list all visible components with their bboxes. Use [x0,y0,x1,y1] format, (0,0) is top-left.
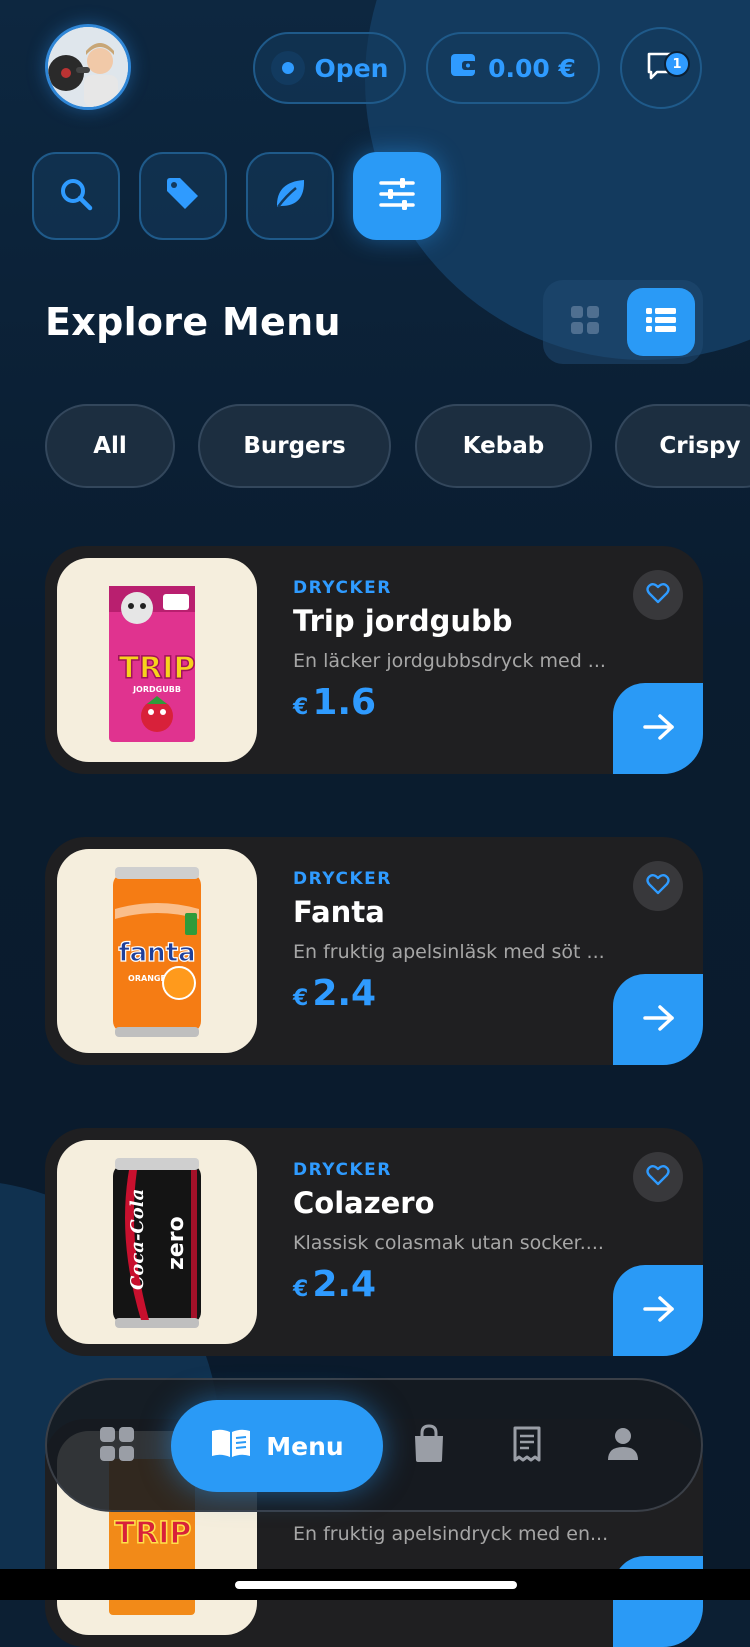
category-chip-crispy[interactable]: Crispy [615,404,750,488]
product-card[interactable]: Coca-Cola zero DRYCKER Colazero Klassisk… [45,1128,703,1356]
store-status-label: Open [314,53,389,83]
product-category: DRYCKER [293,1160,392,1180]
product-name: Colazero [293,1186,435,1220]
price-value: 2.4 [312,973,377,1014]
heart-icon [646,582,670,608]
wallet-balance-pill[interactable]: 0.00 € [426,32,600,104]
chat-badge: 1 [664,51,690,77]
list-view-button[interactable] [627,288,695,356]
svg-text:zero: zero [164,1216,189,1270]
wallet-balance-amount: 0.00 € [488,53,576,83]
tag-filter-button[interactable] [139,152,227,240]
menu-book-icon [210,1427,252,1465]
svg-text:Coca-Cola: Coca-Cola [127,1189,148,1290]
product-card[interactable]: fanta ORANGE DRYCKER Fanta En fruktig ap… [45,837,703,1065]
product-description: Klassisk colasmak utan socker.... [293,1232,604,1254]
status-dot-icon [270,51,305,85]
open-product-button[interactable] [613,974,703,1065]
bottom-navigation: Menu [45,1378,703,1512]
price-currency: € [293,986,309,1011]
user-icon [606,1426,640,1466]
svg-text:fanta: fanta [118,938,195,968]
nav-orders[interactable] [495,1400,559,1492]
product-card[interactable]: TRIP JORDGUBB DRYCKER Trip jordgubb En l… [45,546,703,774]
sliders-icon [378,177,416,215]
favorite-button[interactable] [633,1152,683,1202]
background [0,0,750,1600]
product-name: Trip jordgubb [293,604,513,638]
wallet-icon [450,52,478,84]
product-category: DRYCKER [293,578,392,598]
nav-menu[interactable]: Menu [171,1400,383,1492]
product-description: En fruktig apelsindryck med en... [293,1523,609,1545]
nav-menu-label: Menu [266,1431,344,1461]
open-product-button[interactable] [613,1265,703,1356]
svg-text:TRIP: TRIP [115,1516,192,1551]
sliders-filter-button[interactable] [353,152,441,240]
favorite-button[interactable] [633,570,683,620]
view-toggle [543,280,703,364]
svg-text:ORANGE: ORANGE [128,974,166,983]
price-currency: € [293,1277,309,1302]
search-icon [58,176,94,216]
product-category: DRYCKER [293,869,392,889]
chat-button[interactable]: 1 [620,27,702,109]
product-price: € 2.4 [293,973,376,1014]
avatar[interactable] [45,24,131,110]
svg-text:JORDGUBB: JORDGUBB [132,685,181,694]
tag-icon [164,175,202,217]
leaf-icon [272,176,308,216]
search-button[interactable] [32,152,120,240]
nav-dashboard[interactable] [85,1400,149,1492]
product-price: € 2.4 [293,1264,376,1305]
category-chip-kebab[interactable]: Kebab [415,404,592,488]
heart-icon [646,1164,670,1190]
nav-profile[interactable] [591,1400,655,1492]
price-value: 1.6 [312,682,377,723]
category-chip-burgers[interactable]: Burgers [198,404,391,488]
product-description: En fruktig apelsinläsk med söt ... [293,941,605,963]
product-price: € 1.6 [293,682,376,723]
svg-text:TRIP: TRIP [119,651,196,686]
product-description: En läcker jordgubbsdryck med ... [293,650,606,672]
receipt-icon [509,1424,545,1468]
page-title: Explore Menu [45,300,341,344]
product-name: Fanta [293,895,385,929]
open-product-button[interactable] [613,683,703,774]
nav-cart[interactable] [397,1400,461,1492]
shopping-bag-icon [412,1424,446,1468]
grid-view-button[interactable] [551,288,619,356]
arrow-right-icon [642,1004,676,1036]
product-image: fanta ORANGE [57,849,257,1053]
favorite-button[interactable] [633,861,683,911]
price-currency: € [293,695,309,720]
arrow-right-icon [642,713,676,745]
arrow-right-icon [642,1295,676,1327]
product-image: TRIP JORDGUBB [57,558,257,762]
list-icon [646,307,676,337]
grid-icon [570,305,600,339]
store-status-pill[interactable]: Open [253,32,406,104]
product-image: Coca-Cola zero [57,1140,257,1344]
vegan-filter-button[interactable] [246,152,334,240]
category-chip-all[interactable]: All [45,404,175,488]
grid-icon [99,1426,135,1466]
home-indicator[interactable] [235,1581,517,1589]
price-value: 2.4 [312,1264,377,1305]
heart-icon [646,873,670,899]
